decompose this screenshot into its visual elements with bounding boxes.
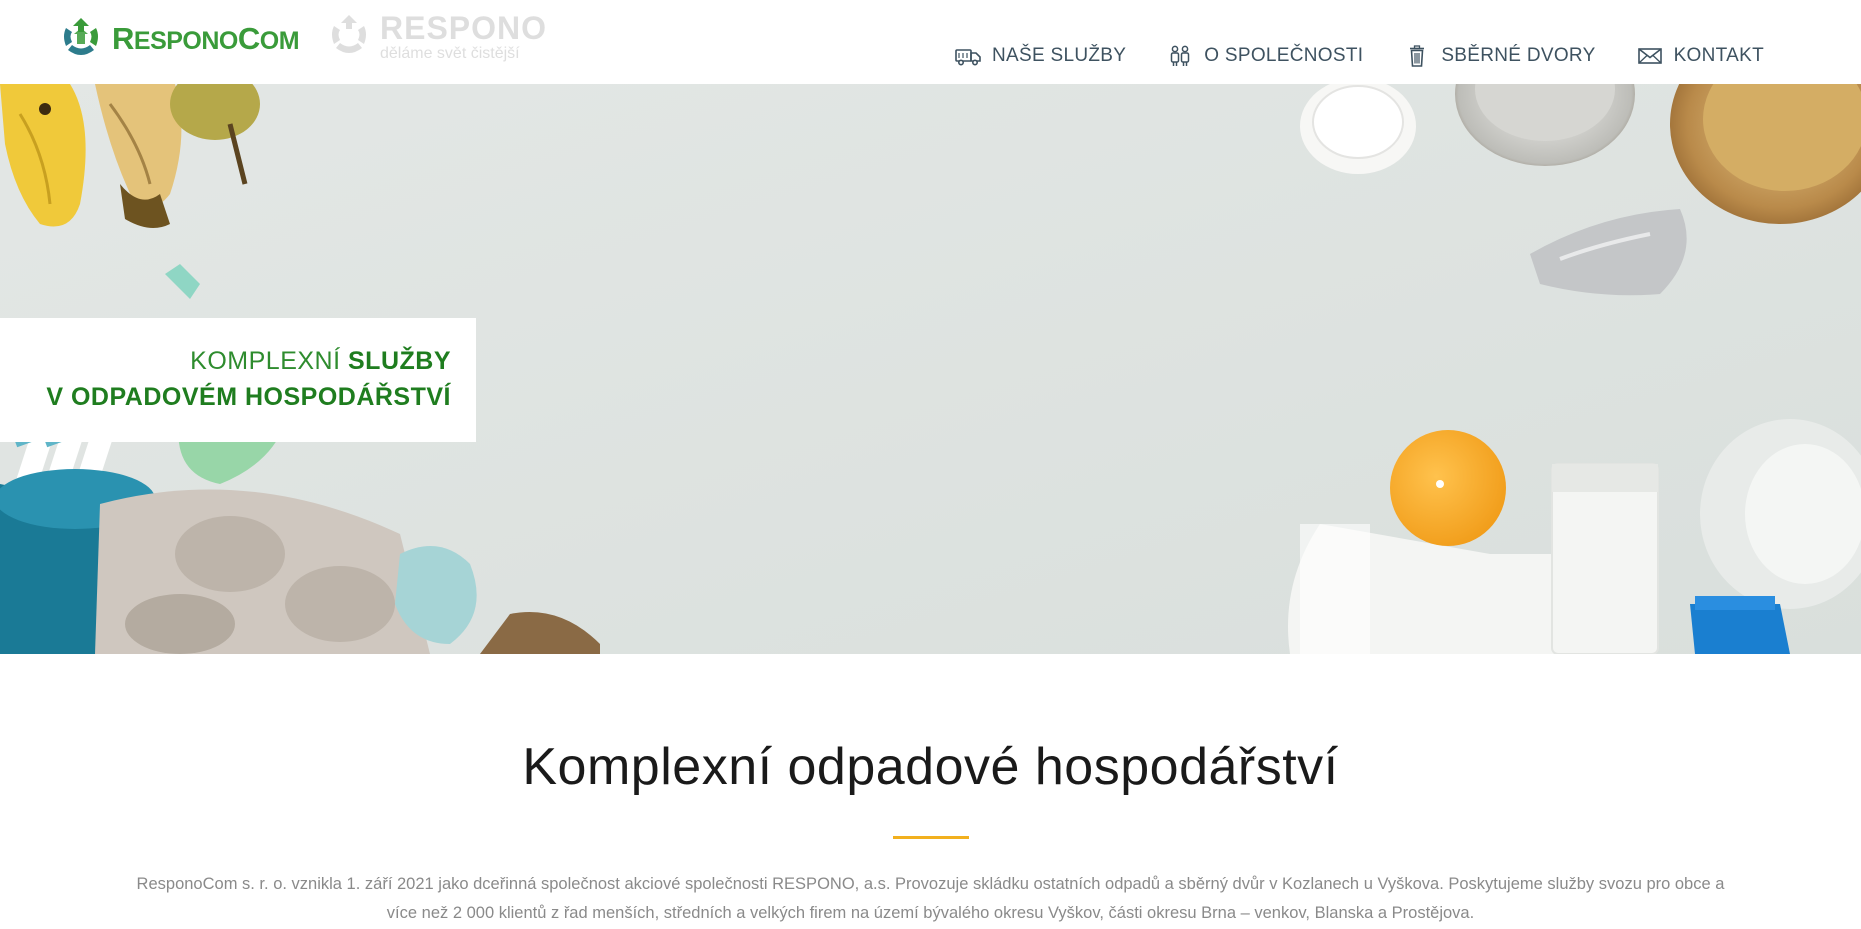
main-content: Komplexní odpadové hospodářství ResponoC…	[0, 654, 1861, 928]
responocom-logo[interactable]: RESPONOCOM	[56, 14, 300, 64]
envelope-icon	[1637, 48, 1662, 64]
partner-logo-name: RESPONO	[380, 10, 548, 46]
truck-icon	[955, 49, 981, 66]
nav-label: O SPOLEČNOSTI	[1204, 45, 1364, 66]
respono-partner-logo[interactable]: RESPONO děláme svět čistější	[326, 12, 547, 62]
nav-item-about[interactable]: O SPOLEČNOSTI	[1167, 45, 1363, 67]
site-header: RESPONOCOM RESPONO děláme svět čistější	[0, 0, 1861, 84]
hero-tagline-box: KOMPLEXNÍ SLUŽBY V ODPADOVÉM HOSPODÁŘSTV…	[0, 318, 476, 442]
recycle-logo-icon	[332, 15, 366, 53]
hero-banner: KOMPLEXNÍ SLUŽBY V ODPADOVÉM HOSPODÁŘSTV…	[0, 84, 1861, 654]
logo-wordmark: RESPONOCOM	[112, 21, 300, 56]
hero-tagline-line1: KOMPLEXNÍ SLUŽBY	[190, 347, 451, 375]
intro-line-1: ResponoCom s. r. o. vznikla 1. září 2021…	[136, 875, 1725, 893]
main-nav: NAŠE SLUŽBY O SPOLEČNOSTI SBĚRNÉ DVORY K…	[914, 45, 1764, 67]
intro-line-2: více než 2 000 klientů z řad menších, st…	[386, 904, 1475, 922]
nav-item-services[interactable]: NAŠE SLUŽBY	[955, 45, 1126, 67]
nav-label: NAŠE SLUŽBY	[991, 45, 1127, 66]
hero-tagline-line2: V ODPADOVÉM HOSPODÁŘSTVÍ	[46, 383, 451, 411]
recycle-logo-icon	[64, 18, 98, 55]
page-title: Komplexní odpadové hospodářství	[522, 738, 1339, 796]
trash-bin-icon	[1410, 45, 1425, 67]
nav-item-collection-yards[interactable]: SBĚRNÉ DVORY	[1404, 45, 1595, 67]
partner-logo-tagline: děláme svět čistější	[380, 45, 520, 62]
people-icon	[1170, 45, 1190, 66]
intro-paragraph: ResponoCom s. r. o. vznikla 1. září 2021…	[81, 870, 1781, 928]
nav-label: KONTAKT	[1673, 45, 1764, 66]
title-divider	[892, 836, 969, 839]
nav-item-contact[interactable]: KONTAKT	[1637, 45, 1764, 67]
nav-label: SBĚRNÉ DVORY	[1441, 45, 1596, 66]
